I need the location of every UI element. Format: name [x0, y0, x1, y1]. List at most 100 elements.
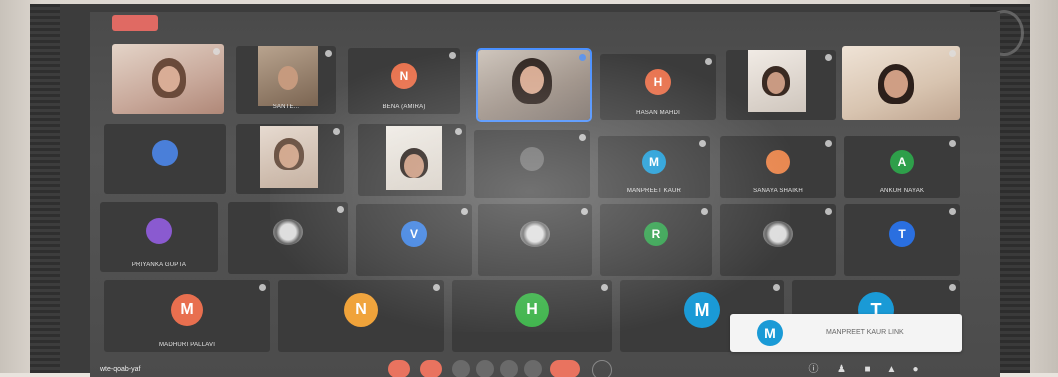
info-icon[interactable]: ⓘ	[808, 364, 819, 375]
mic-off-icon	[949, 140, 956, 147]
participant-video	[386, 126, 442, 190]
participant-face	[279, 144, 299, 168]
mic-off-icon	[705, 58, 712, 65]
mic-off-icon	[949, 50, 956, 57]
participant-tile[interactable]: PRIYANKA GUPTA	[100, 202, 218, 272]
mic-off-icon	[579, 134, 586, 141]
participant-tile[interactable]	[236, 124, 344, 194]
participant-avatar: A	[890, 150, 914, 175]
people-icon[interactable]: ♟	[836, 364, 847, 375]
participant-tile[interactable]: N	[278, 280, 444, 352]
mic-off-icon	[825, 140, 832, 147]
participant-name: MANPREET KAUR	[626, 188, 682, 194]
participant-tile[interactable]: A ANKUR NAYAK	[844, 136, 960, 198]
participant-avatar	[520, 146, 544, 171]
participant-tile[interactable]	[228, 202, 348, 274]
participant-avatar: H	[645, 68, 671, 95]
participant-tile[interactable]	[112, 44, 224, 114]
participant-tile[interactable]: H HASAN MAHDI	[600, 54, 716, 120]
participant-name: SANAYA SHAIKH	[753, 188, 803, 194]
mic-off-icon	[949, 208, 956, 215]
participant-avatar: H	[515, 293, 549, 328]
participant-tile[interactable]: V	[356, 204, 472, 276]
mic-off-icon	[699, 140, 706, 147]
participant-tile[interactable]	[720, 204, 836, 276]
participant-name: SANTE...	[272, 104, 300, 110]
participant-tile[interactable]	[104, 124, 226, 194]
mic-off-icon	[773, 284, 780, 291]
mic-off-icon	[433, 284, 440, 291]
participant-tile[interactable]	[726, 50, 836, 120]
participant-avatar	[146, 218, 172, 245]
participant-name: HASAN MAHDI	[636, 110, 680, 116]
raise-hand-button[interactable]	[476, 360, 494, 377]
monitor-bezel: SANTE... N BENA (AMIRA) H HASAN MAHDI M …	[30, 4, 1030, 377]
monitor-left-edge	[30, 4, 60, 373]
participant-profile-photo	[763, 221, 793, 248]
chat-icon[interactable]: ■	[862, 364, 873, 375]
participant-avatar: M	[642, 150, 666, 175]
activities-icon[interactable]: ▲	[886, 364, 897, 375]
participant-face	[158, 66, 180, 92]
participant-tile[interactable]: N BENA (AMIRA)	[348, 48, 460, 114]
notification-text: MANPREET KAUR LINK	[826, 329, 904, 336]
participant-name: ANKUR NAYAK	[879, 188, 925, 194]
mic-off-icon	[449, 52, 456, 59]
recording-badge[interactable]	[112, 15, 158, 31]
participant-avatar	[766, 150, 790, 175]
mic-off-icon	[825, 54, 832, 61]
participant-name: PRIYANKA GUPTA	[131, 262, 187, 268]
mic-off-icon	[949, 284, 956, 291]
participant-video	[258, 46, 318, 106]
participant-avatar: V	[401, 221, 427, 248]
participant-avatar: T	[889, 221, 915, 248]
mic-off-icon	[325, 50, 332, 57]
camera-button[interactable]	[420, 360, 442, 377]
mic-button[interactable]	[388, 360, 410, 377]
mic-off-icon	[213, 48, 220, 55]
participant-tile[interactable]	[478, 204, 592, 276]
more-options-button[interactable]	[524, 360, 542, 377]
participant-face	[278, 66, 298, 90]
lock-icon[interactable]: ●	[910, 364, 921, 375]
participant-video	[842, 46, 960, 120]
join-notification[interactable]: M MANPREET KAUR LINK	[730, 314, 962, 352]
participant-tile[interactable]	[842, 46, 960, 120]
participant-avatar: M	[171, 294, 203, 327]
participant-face	[520, 66, 544, 94]
participant-video	[748, 50, 806, 112]
notification-avatar: M	[757, 320, 783, 346]
mic-off-icon	[337, 206, 344, 213]
present-button[interactable]	[500, 360, 518, 377]
mic-off-icon	[701, 208, 708, 215]
participant-tile[interactable]	[358, 124, 466, 196]
participant-profile-photo	[273, 219, 303, 246]
mic-off-icon	[461, 208, 468, 215]
participant-video	[260, 126, 318, 188]
end-call-button[interactable]	[550, 360, 580, 377]
mic-off-icon	[581, 208, 588, 215]
participant-avatar	[152, 140, 178, 167]
meeting-code: wte-qoab-yaf	[100, 366, 141, 373]
participant-name: MADHURI PALLAVI	[158, 342, 216, 348]
participant-profile-photo	[520, 221, 550, 248]
captions-button[interactable]	[452, 360, 470, 377]
options-button[interactable]	[592, 360, 612, 377]
participant-tile[interactable]: SANTE...	[236, 46, 336, 114]
participant-tile[interactable]: H	[452, 280, 612, 352]
meeting-screen: SANTE... N BENA (AMIRA) H HASAN MAHDI M …	[90, 12, 1000, 377]
participant-face	[767, 72, 785, 94]
mic-off-icon	[259, 284, 266, 291]
participant-avatar: M	[684, 292, 720, 329]
participant-face	[404, 154, 424, 178]
participant-tile[interactable]: M MADHURI PALLAVI	[104, 280, 270, 352]
participant-tile[interactable]: SANAYA SHAIKH	[720, 136, 836, 198]
participant-tile[interactable]: T	[844, 204, 960, 276]
participant-tile[interactable]: M MANPREET KAUR	[598, 136, 710, 198]
participant-tile[interactable]: R	[600, 204, 712, 276]
participant-tile[interactable]	[474, 130, 590, 198]
participant-name: BENA (AMIRA)	[382, 104, 426, 110]
mic-off-icon	[825, 208, 832, 215]
participant-tile-active-speaker[interactable]	[476, 48, 592, 122]
participant-avatar: R	[644, 222, 668, 247]
